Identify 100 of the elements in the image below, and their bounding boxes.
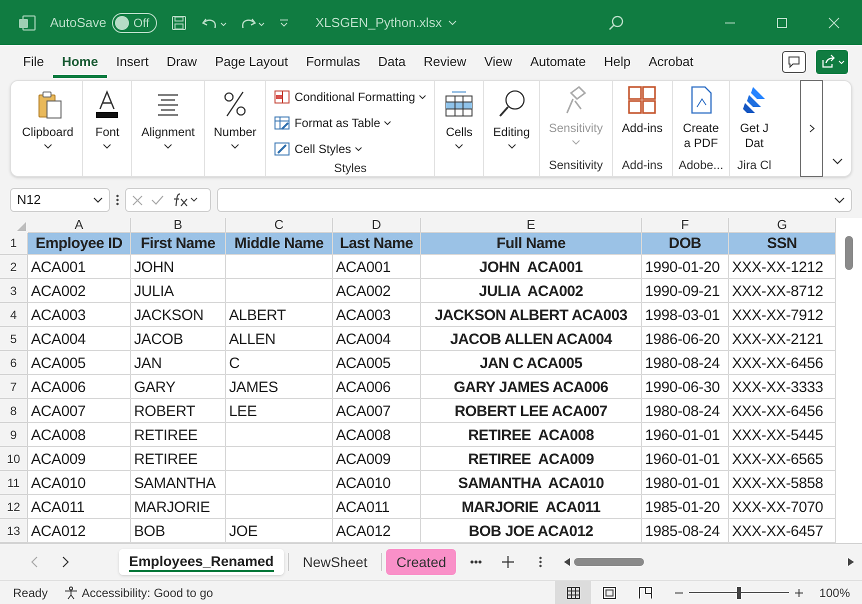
ribbon-button[interactable]: Alignment (138, 85, 198, 172)
row-header[interactable]: 11 (0, 471, 28, 495)
ribbon-button[interactable]: Cells (441, 85, 478, 172)
next-sheet-icon[interactable] (62, 556, 69, 568)
row-header[interactable]: 2 (0, 255, 28, 279)
table-cell: JACOB (131, 327, 226, 351)
row-header[interactable]: 5 (0, 327, 28, 351)
sheet-tab[interactable]: Employees_Renamed (119, 549, 284, 575)
column-header[interactable]: B (131, 218, 226, 233)
caret-icon (448, 20, 457, 26)
ribbon-button[interactable]: Add-ins (618, 85, 666, 158)
ribbon-button[interactable]: Get J Dat (736, 85, 772, 158)
table-cell: JAN (131, 351, 226, 375)
view-button[interactable] (555, 580, 592, 604)
row-header[interactable]: 6 (0, 351, 28, 375)
row-header[interactable]: 7 (0, 375, 28, 399)
table-cell: 1960-01-01 (642, 423, 729, 447)
options-icon[interactable] (539, 556, 542, 568)
collapse-ribbon-icon[interactable] (832, 158, 843, 165)
menu-tab[interactable]: Data (369, 45, 415, 78)
more-sheets-icon[interactable] (470, 560, 482, 564)
menu-tab[interactable]: Acrobat (640, 45, 702, 78)
more-options-icon[interactable] (116, 194, 119, 206)
column-header[interactable]: G (729, 218, 836, 233)
menu-tab[interactable]: Page Layout (206, 45, 297, 78)
menu-tab[interactable]: Formulas (296, 45, 370, 78)
table-cell: 1985-08-24 (642, 519, 729, 543)
horizontal-scrollbar[interactable] (564, 556, 854, 568)
menu-tab[interactable]: Insert (107, 45, 158, 78)
row-header[interactable]: 8 (0, 399, 28, 423)
table-cell: LEE (226, 399, 333, 423)
table-cell: ACA008 (333, 423, 421, 447)
sheet-tab[interactable]: Created (386, 549, 456, 575)
comments-icon[interactable] (782, 50, 806, 72)
table-cell: ALLEN (226, 327, 333, 351)
row-header[interactable]: 10 (0, 447, 28, 471)
table-cell: ACA010 (28, 471, 131, 495)
row-header[interactable]: 12 (0, 495, 28, 519)
sheet-tab[interactable]: NewSheet (292, 549, 378, 575)
close-icon[interactable] (828, 16, 840, 28)
menu-tab[interactable]: Review (414, 45, 476, 78)
column-header[interactable]: E (421, 218, 642, 233)
name-box[interactable]: N12 (10, 188, 110, 212)
table-cell: ACA001 (28, 255, 131, 279)
maximize-icon[interactable] (776, 16, 788, 28)
menu-tab[interactable]: View (475, 45, 522, 78)
excel-logo-icon (18, 14, 36, 32)
caret-icon (419, 94, 426, 100)
menu-tab[interactable]: Draw (158, 45, 206, 78)
accessibility-status[interactable]: Accessibility: Good to go (64, 584, 214, 602)
slider-thumb[interactable] (737, 586, 742, 598)
save-icon[interactable] (171, 14, 188, 30)
ribbon-button[interactable]: Cell Styles (272, 137, 364, 161)
menu-tab[interactable]: Help (594, 45, 640, 78)
ribbon-button[interactable]: Number (210, 85, 260, 172)
table-cell: ACA007 (333, 399, 421, 423)
insert-function-icon[interactable] (172, 193, 198, 207)
caret-icon (44, 144, 52, 149)
row-header[interactable]: 4 (0, 303, 28, 327)
table-cell: SAMANTHA (131, 471, 226, 495)
row-header[interactable]: 3 (0, 279, 28, 303)
table-cell: ACA010 (333, 471, 421, 495)
share-icon[interactable] (816, 50, 848, 74)
menu-tab[interactable]: Automate (521, 45, 595, 78)
column-header[interactable]: A (28, 218, 131, 233)
column-header[interactable]: C (226, 218, 333, 233)
file-name[interactable]: XLSGEN_Python.xlsx (315, 12, 457, 32)
ribbon-button[interactable]: Clipboard (19, 85, 76, 172)
row-header[interactable]: 1 (0, 233, 28, 255)
ribbon-scroll-button[interactable] (800, 80, 823, 177)
ribbon-button[interactable]: Conditional Formatting (272, 85, 428, 109)
table-cell: JACKSON (131, 303, 226, 327)
table-cell: ACA009 (333, 447, 421, 471)
normal-view-icon (566, 586, 581, 600)
caret-icon (231, 144, 240, 149)
row-header[interactable]: 9 (0, 423, 28, 447)
table-cell: GARY (131, 375, 226, 399)
column-header[interactable]: D (333, 218, 421, 233)
autosave-toggle[interactable]: Off (112, 12, 158, 32)
zoom-level[interactable]: 100% (819, 584, 850, 602)
add-sheet-icon[interactable] (502, 556, 514, 568)
column-heading: Full Name (421, 233, 642, 255)
table-cell: JULIA ACA002 (421, 279, 642, 303)
column-header[interactable]: F (642, 218, 729, 233)
column-heading: DOB (642, 233, 729, 255)
group-label: Jira Cl (737, 158, 772, 172)
group-label: Styles (334, 161, 367, 175)
formula-field[interactable] (217, 188, 852, 212)
table-cell: JACKSON ALBERT ACA003 (421, 303, 642, 327)
ribbon-button[interactable]: Create a PDF (680, 85, 722, 158)
zoom-in-icon[interactable] (795, 588, 804, 596)
menu-tab[interactable]: File (14, 45, 53, 78)
ribbon-button[interactable]: Format as Table (272, 111, 394, 135)
ribbon-button[interactable]: Editing (490, 85, 533, 172)
zoom-slider[interactable] (689, 586, 790, 598)
ribbon-button[interactable]: Font (89, 85, 126, 172)
search-icon[interactable] (608, 14, 624, 30)
customize-caret-icon[interactable] (279, 18, 290, 28)
row-header[interactable]: 13 (0, 519, 28, 543)
autosave-label: AutoSave (50, 14, 106, 32)
